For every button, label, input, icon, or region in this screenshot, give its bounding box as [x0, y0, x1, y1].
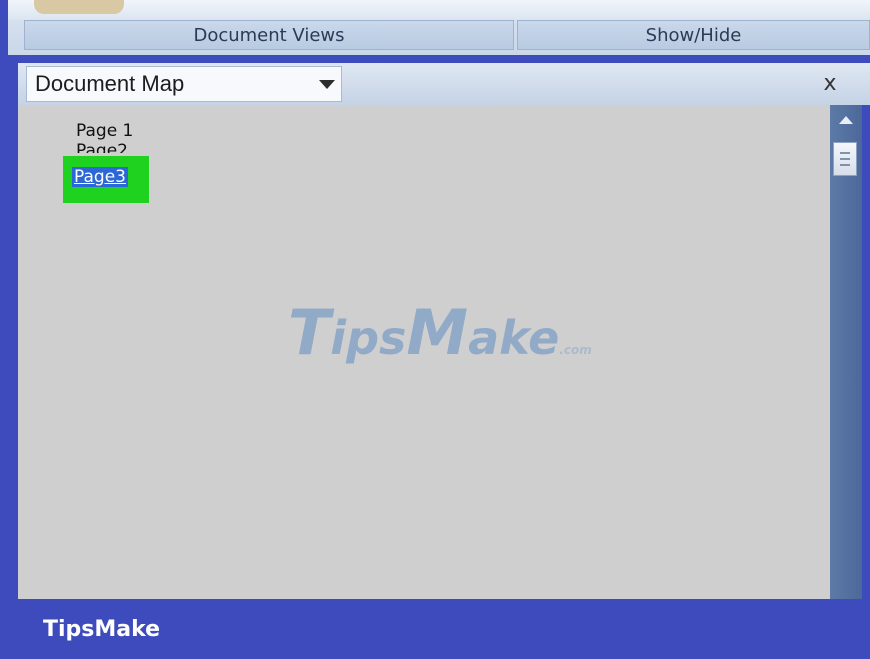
close-pane-button[interactable]: x [818, 69, 842, 99]
pane-selector-dropdown[interactable]: Document Map [26, 66, 342, 102]
vertical-scrollbar[interactable] [830, 105, 862, 599]
watermark-logo: TipsMake.com [288, 296, 592, 369]
ribbon-group-show-hide: Show/Hide [517, 20, 870, 50]
footer-brand: TipsMake [43, 617, 161, 642]
ribbon-group-document-views: Document Views [24, 20, 514, 50]
ribbon-control-fragment[interactable] [34, 0, 124, 14]
arrow-up-icon[interactable] [836, 116, 856, 130]
grip-icon [840, 152, 850, 166]
document-map-item-selected[interactable]: Page3 [72, 167, 128, 187]
pane-selector-value: Document Map [35, 71, 185, 96]
document-map-item[interactable]: Page 1 [76, 121, 133, 141]
document-map-item[interactable]: Page2 [76, 141, 128, 153]
scrollbar-thumb[interactable] [833, 142, 857, 176]
ribbon-top-edge [8, 0, 870, 20]
chevron-down-icon[interactable] [312, 66, 342, 102]
